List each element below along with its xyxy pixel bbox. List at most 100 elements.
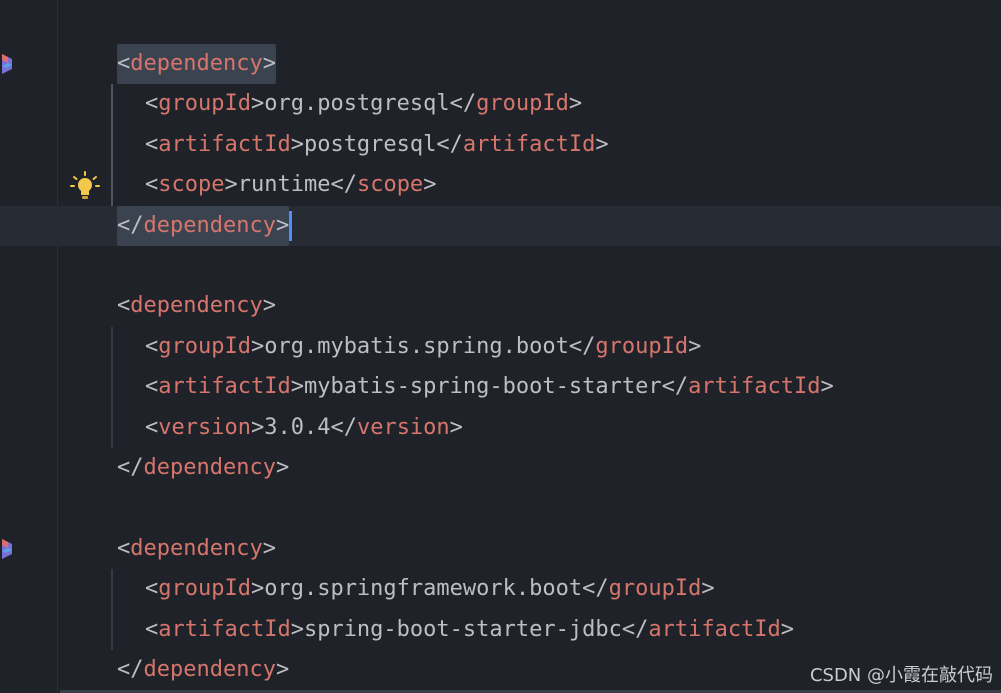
bracket: < bbox=[117, 293, 131, 319]
tag-name: scope bbox=[356, 172, 424, 198]
code-line[interactable]: <artifactId>postgresql</artifactId> bbox=[0, 125, 1001, 165]
line-content: <dependency> bbox=[117, 286, 276, 326]
code-line[interactable]: </dependency> bbox=[0, 448, 1001, 488]
bracket: > bbox=[250, 333, 265, 359]
bracket: > bbox=[275, 212, 290, 238]
tag-name: scope bbox=[158, 172, 225, 198]
line-content: <version>3.0.4</version> bbox=[145, 408, 463, 448]
bracket: </ bbox=[449, 91, 477, 117]
bracket: < bbox=[145, 374, 159, 400]
maven-dependency-icon[interactable] bbox=[0, 537, 16, 565]
code-line[interactable]: <artifactId>spring-boot-starter-jdbc</ar… bbox=[0, 610, 1001, 650]
bracket: < bbox=[145, 131, 159, 157]
tag-name: dependency bbox=[130, 51, 263, 76]
tag-name: version bbox=[356, 414, 450, 440]
tag-name: artifactId bbox=[158, 616, 291, 642]
text-value: org.postgresql bbox=[264, 91, 450, 117]
line-content: <artifactId>mybatis-spring-boot-starter<… bbox=[145, 367, 834, 407]
bracket: > bbox=[688, 333, 702, 359]
tag-name: artifactId bbox=[462, 131, 596, 157]
code-line[interactable]: <artifactId>mybatis-spring-boot-starter<… bbox=[0, 367, 1001, 407]
bracket: > bbox=[250, 91, 265, 117]
text-value: postgresql bbox=[303, 131, 437, 157]
code-line[interactable]: <dependency> bbox=[0, 529, 1001, 569]
watermark: CSDN @小霞在敲代码 bbox=[809, 665, 993, 686]
maven-dependency-icon[interactable] bbox=[0, 52, 16, 80]
tag-name: groupId bbox=[608, 576, 702, 602]
code-line[interactable]: <scope>runtime</scope> bbox=[0, 165, 1001, 205]
bracket: > bbox=[290, 374, 304, 400]
indent-guide bbox=[111, 84, 113, 206]
line-content: </dependency> bbox=[117, 650, 289, 690]
bracket: > bbox=[568, 91, 583, 117]
line-content: <artifactId>spring-boot-starter-jdbc</ar… bbox=[145, 610, 794, 650]
bracket: < bbox=[145, 91, 159, 117]
code-line[interactable]: <groupId>org.springframework.boot</group… bbox=[0, 569, 1001, 609]
text-value: runtime bbox=[237, 172, 331, 198]
bracket: </ bbox=[330, 172, 357, 198]
indent-guide bbox=[111, 569, 113, 650]
line-content: <groupId>org.postgresql</groupId> bbox=[145, 84, 582, 124]
bracket: </ bbox=[330, 414, 357, 440]
bracket: < bbox=[145, 576, 159, 602]
tag-name: groupId bbox=[595, 333, 689, 359]
text-value: spring-boot-starter-jdbc bbox=[303, 616, 622, 642]
bracket: > bbox=[820, 374, 834, 400]
bracket: > bbox=[262, 51, 276, 76]
lightbulb-icon[interactable] bbox=[70, 171, 100, 205]
code-line[interactable]: <dependency> bbox=[0, 286, 1001, 326]
tag-name: artifactId bbox=[158, 374, 291, 400]
bracket: </ bbox=[661, 374, 689, 400]
bracket: </ bbox=[568, 333, 596, 359]
line-content: <dependency> bbox=[117, 529, 276, 569]
text-value: org.mybatis.spring.boot bbox=[264, 333, 569, 359]
bracket: </ bbox=[117, 657, 144, 682]
line-content: <groupId>org.springframework.boot</group… bbox=[145, 569, 715, 609]
code-line[interactable]: <version>3.0.4</version> bbox=[0, 408, 1001, 448]
bracket: < bbox=[145, 333, 159, 359]
bracket: > bbox=[250, 576, 265, 602]
line-content: <groupId>org.mybatis.spring.boot</groupI… bbox=[145, 327, 701, 367]
code-line[interactable]: <groupId>org.mybatis.spring.boot</groupI… bbox=[0, 327, 1001, 367]
tag-name: artifactId bbox=[158, 131, 291, 157]
tag-name: groupId bbox=[158, 576, 251, 602]
text-value: org.springframework.boot bbox=[264, 576, 583, 602]
bracket: < bbox=[117, 51, 131, 76]
line-content: </dependency> bbox=[117, 448, 289, 488]
tag-name: artifactId bbox=[648, 616, 781, 642]
tag-name: dependency bbox=[143, 455, 276, 480]
code-line[interactable]: <groupId>org.postgresql</groupId> bbox=[0, 84, 1001, 124]
bracket: > bbox=[275, 657, 290, 682]
bracket: < bbox=[145, 414, 159, 440]
tag-name: dependency bbox=[143, 212, 276, 238]
bracket: > bbox=[449, 414, 463, 440]
tag-name: groupId bbox=[476, 91, 569, 117]
bracket: > bbox=[262, 535, 276, 561]
bracket: </ bbox=[117, 455, 144, 480]
tag-name: dependency bbox=[130, 535, 263, 561]
bracket: > bbox=[595, 131, 609, 157]
bracket: > bbox=[224, 172, 238, 198]
bracket: > bbox=[290, 616, 304, 642]
bracket: </ bbox=[621, 616, 649, 642]
text-value: 3.0.4 bbox=[264, 414, 331, 440]
line-content: <artifactId>postgresql</artifactId> bbox=[145, 125, 609, 165]
tag-name: dependency bbox=[130, 293, 263, 319]
matched-tag: </dependency> bbox=[117, 205, 290, 246]
bracket: < bbox=[145, 616, 159, 642]
code-editor[interactable]: <dependency> <groupId>org.postgresql</gro… bbox=[0, 0, 1001, 693]
tag-name: groupId bbox=[158, 333, 251, 359]
bracket: </ bbox=[436, 131, 463, 157]
indent-guide bbox=[111, 326, 113, 448]
tag-name: groupId bbox=[158, 91, 251, 117]
bracket: > bbox=[780, 616, 795, 642]
bracket: > bbox=[250, 414, 265, 440]
bracket: > bbox=[275, 455, 290, 480]
line-content: <scope>runtime</scope> bbox=[145, 165, 436, 205]
bracket: </ bbox=[117, 212, 144, 238]
code-line[interactable]: <dependency> bbox=[0, 44, 1001, 84]
bracket: > bbox=[423, 172, 437, 198]
bracket: > bbox=[262, 293, 276, 319]
code-line[interactable]: </dependency> bbox=[0, 205, 1001, 246]
tag-name: artifactId bbox=[688, 374, 821, 400]
